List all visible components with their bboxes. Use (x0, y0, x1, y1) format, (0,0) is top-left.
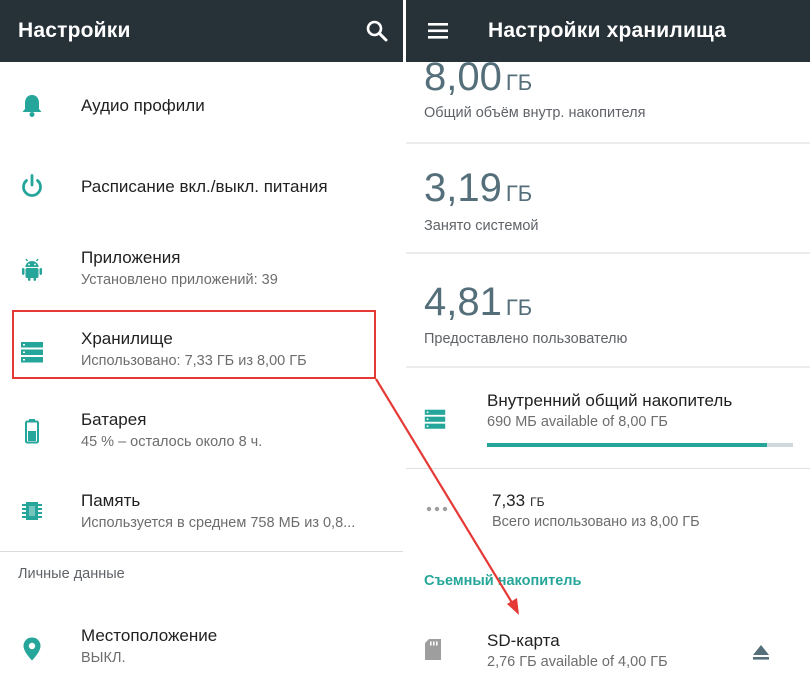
system-value: 3,19 ГБ (424, 166, 532, 211)
settings-item-subtitle: Установлено приложений: 39 (81, 272, 278, 288)
system-storage-card: 3,19 ГБ Занято системой (406, 144, 810, 252)
settings-item-power-schedule[interactable]: Расписание вкл./выкл. питания (0, 146, 403, 226)
settings-item-location[interactable]: Местоположение ВЫКЛ. (0, 608, 403, 688)
internal-storage-progress (487, 443, 793, 447)
sd-card-title: SD-карта (487, 631, 560, 650)
settings-item-battery[interactable]: Батарея 45 % – осталось около 8 ч. (0, 392, 403, 472)
list-divider (406, 468, 810, 469)
used-label: Всего использовано из 8,00 ГБ (492, 514, 700, 530)
sd-card-subtitle: 2,76 ГБ available of 4,00 ГБ (487, 654, 668, 670)
page-title: Настройки хранилища (488, 19, 727, 42)
menu-icon[interactable] (426, 20, 450, 42)
settings-item-title: Расписание вкл./выкл. питания (81, 177, 328, 196)
used-number: 7,33 (492, 491, 526, 510)
user-label: Предоставлено пользователю (424, 331, 628, 347)
android-icon (18, 255, 46, 283)
total-value: 8,00 ГБ (424, 55, 532, 100)
settings-item-title: Аудио профили (81, 96, 205, 115)
settings-item-subtitle: Используется в среднем 758 МБ из 0,8... (81, 515, 356, 531)
total-label: Общий объём внутр. накопителя (424, 105, 646, 121)
sd-card-icon (422, 637, 444, 668)
settings-item-audio-profiles[interactable]: Аудио профили (0, 66, 403, 146)
settings-item-memory[interactable]: Память Используется в среднем 758 МБ из … (0, 472, 403, 552)
settings-item-subtitle: 45 % – осталось около 8 ч. (81, 434, 263, 450)
removable-storage-header: Съемный накопитель (424, 573, 582, 589)
section-header-personal: Личные данные (18, 566, 125, 582)
system-unit: ГБ (505, 181, 533, 206)
settings-item-title: Батарея (81, 410, 147, 429)
used-value: 7,33 ГБ (492, 491, 544, 511)
power-icon (18, 172, 46, 200)
user-number: 4,81 (424, 280, 502, 324)
internal-storage-title: Внутренний общий накопитель (487, 391, 733, 410)
total-storage-card: 8,00 ГБ Общий объём внутр. накопителя (406, 55, 810, 142)
eject-icon[interactable] (750, 642, 772, 667)
storage-icon (422, 406, 448, 432)
settings-item-title: Приложения (81, 248, 181, 267)
page-title: Настройки (18, 19, 131, 42)
storage-settings-pane: Настройки хранилища 8,00 ГБ Общий объём в… (406, 0, 810, 692)
settings-app-bar: Настройки (0, 0, 403, 62)
settings-item-apps[interactable]: Приложения Установлено приложений: 39 (0, 228, 403, 308)
more-dots-icon (426, 500, 448, 518)
battery-icon (18, 417, 46, 445)
settings-item-subtitle: ВЫКЛ. (81, 650, 126, 666)
settings-item-title: Местоположение (81, 626, 218, 645)
highlight-box (12, 310, 376, 379)
total-number: 8,00 (424, 55, 502, 99)
user-storage-card: 4,81 ГБ Предоставлено пользователю (406, 254, 810, 366)
location-pin-icon (18, 635, 46, 663)
search-icon[interactable] (364, 18, 390, 44)
memory-chip-icon (18, 497, 46, 525)
used-unit: ГБ (530, 495, 545, 509)
settings-pane: Настройки Аудио профили Расписание вкл./… (0, 0, 403, 692)
bell-icon (18, 91, 46, 119)
total-unit: ГБ (505, 70, 533, 95)
system-label: Занято системой (424, 218, 539, 234)
settings-item-title: Память (81, 491, 141, 510)
user-unit: ГБ (505, 295, 533, 320)
internal-storage-subtitle: 690 МБ available of 8,00 ГБ (487, 414, 668, 430)
user-value: 4,81 ГБ (424, 280, 532, 325)
storage-app-bar: Настройки хранилища (406, 0, 810, 62)
section-divider (0, 551, 403, 552)
system-number: 3,19 (424, 166, 502, 210)
internal-storage-progress-fill (487, 443, 767, 447)
